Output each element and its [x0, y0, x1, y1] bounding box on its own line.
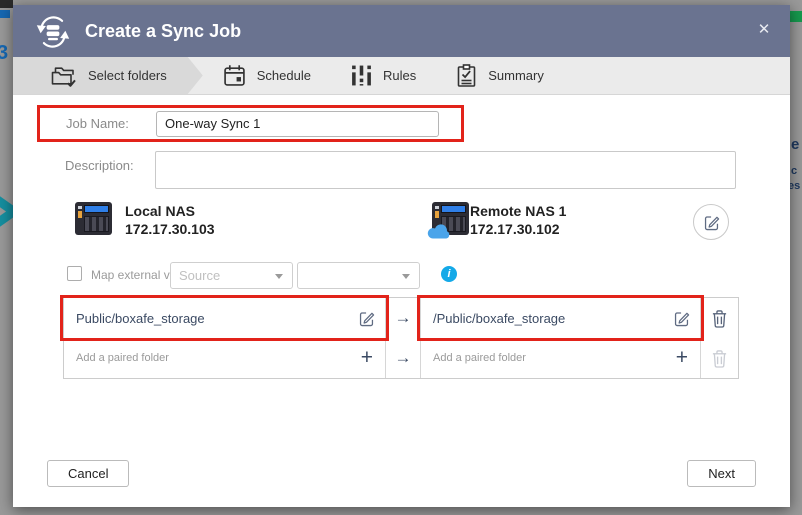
- sync-direction-arrow: →: [386, 298, 421, 338]
- local-nas-name: Local NAS: [125, 202, 215, 220]
- edit-remote-folder-button[interactable]: [673, 310, 690, 327]
- step-navigation: Select folders Schedule: [13, 57, 790, 95]
- info-icon[interactable]: i: [441, 266, 457, 282]
- dialog-title: Create a Sync Job: [85, 5, 241, 57]
- target-dropdown: [297, 262, 420, 289]
- sync-job-icon: [33, 12, 73, 52]
- add-folder-placeholder: Add a paired folder: [76, 352, 361, 364]
- background-text-fragment: 3: [0, 42, 8, 65]
- sync-direction-arrow: →: [386, 338, 421, 378]
- background-artifact: [790, 11, 802, 22]
- tab-summary[interactable]: Summary: [436, 57, 564, 94]
- delete-pair-button[interactable]: [701, 298, 738, 338]
- local-nas-ip: 172.17.30.103: [125, 220, 215, 238]
- chevron-down-icon: [275, 274, 283, 279]
- add-folder-placeholder: Add a paired folder: [433, 352, 676, 364]
- local-folder-cell[interactable]: Public/boxafe_storage: [64, 298, 386, 338]
- next-button[interactable]: Next: [687, 460, 756, 487]
- trash-icon: [711, 349, 728, 368]
- tab-label: Summary: [488, 68, 544, 83]
- job-name-label: Job Name:: [66, 116, 156, 131]
- remote-nas-icon: [432, 202, 469, 235]
- job-name-highlight-box: Job Name:: [37, 105, 464, 142]
- tab-label: Select folders: [88, 68, 167, 83]
- edit-local-folder-button[interactable]: [358, 310, 375, 327]
- remote-folder-path: /Public/boxafe_storage: [433, 311, 673, 326]
- edit-icon: [358, 310, 375, 327]
- add-remote-folder-cell[interactable]: Add a paired folder +: [421, 338, 701, 378]
- description-label: Description:: [65, 158, 134, 173]
- background-text-fragment: e: [791, 136, 799, 153]
- local-folder-path: Public/boxafe_storage: [76, 311, 358, 326]
- cloud-icon: [426, 223, 450, 239]
- chevron-down-icon: [402, 274, 410, 279]
- edit-icon: [673, 310, 690, 327]
- remote-nas-ip: 172.17.30.102: [470, 220, 566, 238]
- edit-connection-button[interactable]: [693, 204, 729, 240]
- sliders-icon: [351, 64, 372, 87]
- local-nas-info: Local NAS 172.17.30.103: [125, 202, 215, 238]
- plus-icon[interactable]: +: [676, 346, 688, 370]
- description-textarea[interactable]: [155, 151, 736, 189]
- tab-label: Schedule: [257, 68, 311, 83]
- plus-icon[interactable]: +: [361, 346, 373, 370]
- tab-schedule[interactable]: Schedule: [203, 57, 331, 94]
- remote-nas-info: Remote NAS 1 172.17.30.102: [470, 202, 566, 238]
- edit-icon: [703, 214, 720, 231]
- source-dropdown: Source: [170, 262, 293, 289]
- clipboard-check-icon: [456, 64, 477, 88]
- tab-label: Rules: [383, 68, 416, 83]
- background-text-fragment: c: [791, 165, 797, 177]
- add-local-folder-cell[interactable]: Add a paired folder +: [64, 338, 386, 378]
- tab-select-folders[interactable]: Select folders: [13, 57, 203, 94]
- local-nas-icon: [75, 202, 112, 235]
- background-artifact: [0, 0, 13, 8]
- remote-nas-name: Remote NAS 1: [470, 202, 566, 220]
- background-artifact: [0, 10, 10, 18]
- close-icon[interactable]: ✕: [752, 18, 776, 42]
- remote-folder-cell[interactable]: /Public/boxafe_storage: [421, 298, 701, 338]
- trash-icon: [711, 309, 728, 328]
- cancel-button[interactable]: Cancel: [47, 460, 129, 487]
- source-dropdown-placeholder: Source: [179, 268, 220, 283]
- map-external-volume-checkbox[interactable]: [67, 266, 82, 281]
- dialog-titlebar: Create a Sync Job ✕: [13, 5, 790, 57]
- folders-check-icon: [51, 64, 77, 88]
- calendar-icon: [223, 64, 246, 87]
- delete-pair-button-disabled: [701, 338, 738, 378]
- tab-rules[interactable]: Rules: [331, 57, 436, 94]
- create-sync-job-dialog: Create a Sync Job ✕ Select folders: [13, 5, 790, 507]
- paired-folders-table: Public/boxafe_storage → /Public/boxafe_s…: [63, 297, 739, 379]
- job-name-input[interactable]: [156, 111, 439, 137]
